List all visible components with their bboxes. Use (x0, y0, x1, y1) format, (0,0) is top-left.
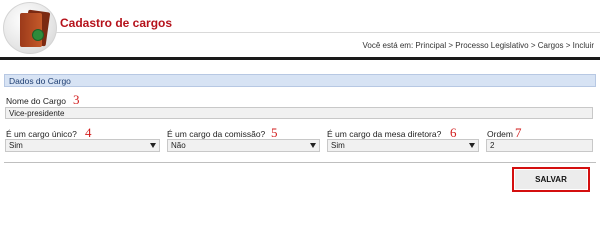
mesa-diretora-label: É um cargo da mesa diretora? (327, 129, 442, 139)
breadcrumb-prefix: Você está em: (362, 41, 416, 50)
breadcrumb-item-incluir: Incluir (572, 41, 594, 50)
ordem-input[interactable]: 2 (486, 139, 593, 152)
chevron-down-icon (150, 143, 156, 148)
comissao-select[interactable]: Não (167, 139, 320, 152)
annotation-marker-7: 7 (515, 125, 522, 140)
chevron-down-icon (310, 143, 316, 148)
breadcrumb-item-processo-legislativo[interactable]: Processo Legislativo (455, 41, 528, 50)
annotation-marker-6: 6 (450, 125, 457, 140)
comissao-value: Não (171, 141, 186, 150)
annotation-marker-4: 4 (85, 125, 92, 140)
breadcrumb-separator: > (563, 41, 573, 50)
page-title: Cadastro de cargos (60, 16, 173, 30)
breadcrumb-item-principal[interactable]: Principal (415, 41, 446, 50)
breadcrumb: Você está em: Principal > Processo Legis… (363, 41, 595, 50)
cargo-unico-select[interactable]: Sim (5, 139, 160, 152)
ordem-label: Ordem (487, 129, 513, 139)
section-header: Dados do Cargo (4, 74, 596, 87)
header: Cadastro de cargos Você está em: Princip… (0, 0, 600, 56)
mesa-diretora-select[interactable]: Sim (327, 139, 479, 152)
mesa-diretora-value: Sim (331, 141, 345, 150)
nome-cargo-input[interactable]: Vice-presidente (5, 107, 593, 119)
section-title: Dados do Cargo (9, 76, 71, 86)
header-divider (0, 57, 600, 60)
book-icon (20, 9, 51, 47)
logo (3, 2, 57, 54)
annotation-marker-3: 3 (73, 92, 80, 107)
save-button[interactable]: SALVAR (512, 167, 590, 192)
comissao-label: É um cargo da comissão? (167, 129, 266, 139)
cargo-unico-label: É um cargo único? (6, 129, 77, 139)
form-divider (4, 162, 596, 163)
nome-cargo-label: Nome do Cargo (6, 96, 67, 106)
annotation-marker-5: 5 (271, 125, 278, 140)
chevron-down-icon (469, 143, 475, 148)
breadcrumb-separator: > (528, 41, 538, 50)
breadcrumb-separator: > (446, 41, 456, 50)
cargo-unico-value: Sim (9, 141, 23, 150)
title-divider (56, 32, 600, 33)
breadcrumb-item-cargos[interactable]: Cargos (538, 41, 564, 50)
